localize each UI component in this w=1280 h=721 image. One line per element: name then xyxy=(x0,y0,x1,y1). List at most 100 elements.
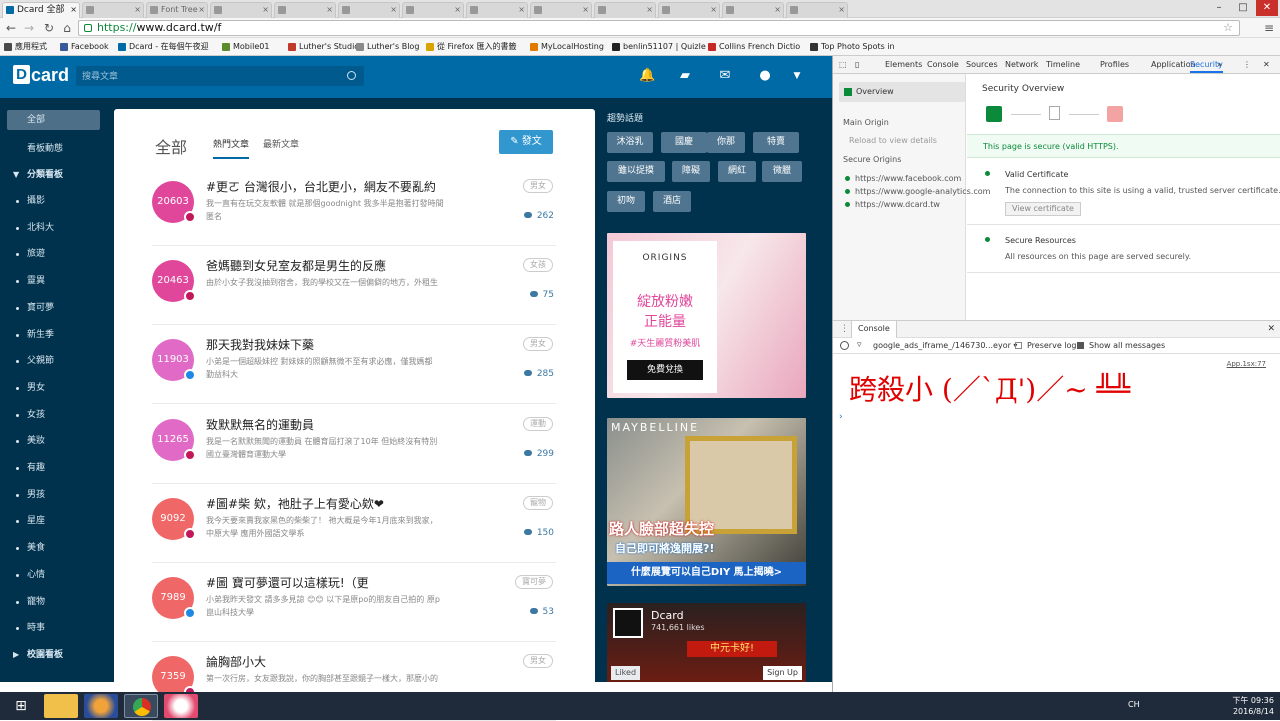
more-tabs-icon[interactable]: » xyxy=(1217,60,1222,69)
close-devtools-icon[interactable]: ✕ xyxy=(1263,60,1270,69)
tab-close-icon[interactable]: × xyxy=(390,3,397,17)
trending-tag[interactable]: 你那 xyxy=(707,132,745,153)
prompt-icon[interactable]: › xyxy=(839,412,843,422)
tab-close-icon[interactable]: × xyxy=(262,3,269,17)
bookmark-item[interactable]: Top Photo Spots in xyxy=(810,40,895,54)
tab-close-icon[interactable]: × xyxy=(134,3,141,17)
fb-liked-button[interactable]: Liked xyxy=(611,666,641,680)
bookmark-item[interactable]: 應用程式 xyxy=(4,40,47,54)
sidebar-item[interactable]: 星座 xyxy=(0,511,110,531)
devtools-tab[interactable]: Elements xyxy=(885,60,922,69)
search-input[interactable] xyxy=(76,66,342,86)
browser-tab[interactable]: × xyxy=(338,2,400,18)
tab-close-icon[interactable]: × xyxy=(70,3,77,17)
sidebar-item[interactable]: 男女 xyxy=(0,378,110,398)
star-icon[interactable]: ☆ xyxy=(1223,21,1233,35)
sidebar-item[interactable]: 時事 xyxy=(0,618,110,638)
post-card[interactable]: 11903 那天我對我妹妹下藥 小弟是一個超級妹控 對妹妹的照顧無微不至有求必應，僅… xyxy=(152,325,556,405)
kebab-icon[interactable]: ⋮ xyxy=(840,324,849,334)
post-forum-tag[interactable]: 寵物 xyxy=(523,495,553,510)
inspect-icon[interactable]: ⬚ xyxy=(839,60,847,69)
browser-tab[interactable]: × xyxy=(466,2,528,18)
trending-tag[interactable]: 初吻 xyxy=(607,191,645,212)
sidebar-item[interactable]: 父親節 xyxy=(0,351,110,371)
sidebar-item[interactable]: 全部 xyxy=(7,110,100,130)
start-icon[interactable]: ⊞ xyxy=(4,694,38,718)
post-forum-tag[interactable]: 女孩 xyxy=(523,258,553,273)
browser-tab[interactable]: × xyxy=(594,2,656,18)
post-title[interactable]: 論胸部小大 xyxy=(206,653,266,670)
clear-console-icon[interactable] xyxy=(840,341,849,350)
sidebar-item[interactable]: 新生季 xyxy=(0,325,110,345)
trending-tag[interactable]: 國慶 xyxy=(661,132,707,153)
post-title[interactable]: 爸媽聽到女兒室友都是男生的反應 xyxy=(206,257,386,274)
origin-item[interactable]: https://www.facebook.com xyxy=(845,174,961,183)
trending-tag[interactable]: 沐浴乳 xyxy=(607,132,653,153)
kebab-icon[interactable]: ⋮ xyxy=(1243,60,1251,69)
devtools-tab[interactable]: Network xyxy=(1005,60,1038,69)
tab-close-icon[interactable]: × xyxy=(198,3,205,17)
source-link[interactable]: App.1sx:77 xyxy=(1227,360,1266,368)
view-certificate-button[interactable]: View certificate xyxy=(1005,202,1081,216)
close-drawer-icon[interactable]: ✕ xyxy=(1267,324,1275,334)
devtools-tab[interactable]: Sources xyxy=(966,60,998,69)
tab-close-icon[interactable]: × xyxy=(838,3,845,17)
fb-signup-button[interactable]: Sign Up xyxy=(763,666,802,680)
origins-ad[interactable]: ORIGINS 綻放粉嫩 正能量 #天生麗質粉美肌 免費兌換 xyxy=(607,233,806,398)
tab-new[interactable]: 最新文章 xyxy=(263,137,299,150)
sidebar-item[interactable]: 攝影 xyxy=(0,191,110,211)
origin-item[interactable]: https://www.dcard.tw xyxy=(845,200,940,209)
post-card[interactable]: 20603 #更ㄛ 台灣很小，台北更小，網友不要亂約 我一直有在玩交友軟體 就是那個… xyxy=(152,167,556,246)
bookmark-item[interactable]: 從 Firefox 匯入的書籤 xyxy=(426,40,517,54)
device-icon[interactable]: ▯ xyxy=(855,60,859,69)
post-title[interactable]: #更ㄛ 台灣很小，台北更小，網友不要亂約 xyxy=(206,178,436,195)
bookmark-item[interactable]: MyLocalHosting xyxy=(530,40,604,54)
post-card[interactable]: 11265 致默默無名的運動員 我是一名默默無聞的運動員 在體育屆打滾了10年 但始… xyxy=(152,405,556,484)
tab-close-icon[interactable]: × xyxy=(582,3,589,17)
sidebar-item[interactable]: ▶ 校園看板 xyxy=(0,645,110,665)
preserve-log-checkbox[interactable] xyxy=(1015,342,1022,349)
bookmark-item[interactable]: Mobile01 xyxy=(222,40,269,54)
sidebar-item[interactable]: 美食 xyxy=(0,538,110,558)
chrome-icon[interactable] xyxy=(124,694,158,718)
devtools-tab[interactable]: Timeline xyxy=(1046,60,1080,69)
ad-cta-button[interactable]: 免費兌換 xyxy=(627,360,703,380)
minimize-button[interactable]: – xyxy=(1208,0,1230,16)
trending-tag[interactable]: 酒店 xyxy=(653,191,691,212)
sidebar-item[interactable]: 男孩 xyxy=(0,485,110,505)
browser-tab[interactable]: × xyxy=(402,2,464,18)
trending-tag[interactable]: 雖以捉摸 xyxy=(607,161,665,182)
post-card[interactable]: 7989 #圖 寶可夢還可以這樣玩!（更 小弟我昨天發文 請多多見諒 😊😊 以下是原… xyxy=(152,563,556,642)
address-bar[interactable]: https://www.dcard.tw/f ☆ xyxy=(78,20,1240,36)
clock-time[interactable]: 下午 09:36 xyxy=(1222,695,1274,706)
forward-button[interactable]: → xyxy=(22,20,36,36)
facebook-widget[interactable]: Dcard 741,661 likes 中元卡好! Liked Sign Up xyxy=(607,603,806,682)
tab-close-icon[interactable]: × xyxy=(646,3,653,17)
devtools-tab[interactable]: Application xyxy=(1151,60,1196,69)
itunes-icon[interactable] xyxy=(164,694,198,718)
tab-close-icon[interactable]: × xyxy=(326,3,333,17)
dcard-logo[interactable]: Dcard xyxy=(13,65,69,86)
firefox-icon[interactable] xyxy=(84,694,118,718)
context-select[interactable]: google_ads_iframe_/146730...eyor ▾ xyxy=(873,341,1017,350)
browser-tab[interactable]: × xyxy=(658,2,720,18)
sidebar-item[interactable]: ▼ 分類看板 xyxy=(0,165,110,185)
post-title[interactable]: 致默默無名的運動員 xyxy=(206,416,314,433)
bell-icon[interactable]: 🔔 xyxy=(639,69,655,83)
sidebar-item[interactable]: 看板動態 xyxy=(0,139,110,159)
post-title[interactable]: #圖 寶可夢還可以這樣玩!（更 xyxy=(206,574,369,591)
console-tab[interactable]: Console xyxy=(851,321,897,338)
post-card[interactable]: 20463 爸媽聽到女兒室友都是男生的反應 由於小女子我沒抽到宿舍，我的學校又在一個… xyxy=(152,246,556,326)
browser-tab[interactable]: × xyxy=(82,2,144,18)
sidebar-item[interactable]: 美妝 xyxy=(0,431,110,451)
sidebar-item[interactable]: 心情 xyxy=(0,565,110,585)
trending-tag[interactable]: 特賣 xyxy=(753,132,799,153)
fb-page-name[interactable]: Dcard xyxy=(651,609,684,622)
filter-icon[interactable]: ▿ xyxy=(857,340,862,350)
post-forum-tag[interactable]: 運動 xyxy=(523,416,553,431)
sidebar-item[interactable]: 旅遊 xyxy=(0,244,110,264)
chevron-down-icon[interactable]: ▼ xyxy=(790,69,804,83)
bookmark-item[interactable]: Luther's Blog xyxy=(356,40,419,54)
back-button[interactable]: ← xyxy=(4,20,18,36)
maximize-button[interactable]: □ xyxy=(1232,0,1254,16)
